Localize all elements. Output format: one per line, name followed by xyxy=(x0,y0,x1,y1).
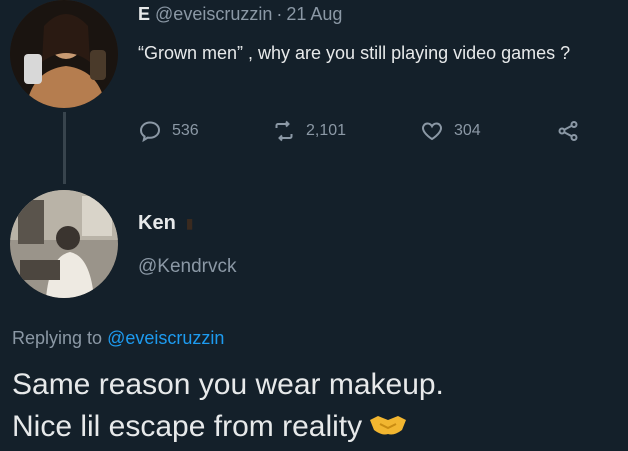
share-button[interactable] xyxy=(556,117,590,145)
author-name[interactable]: Ken xyxy=(138,212,176,235)
reply-button[interactable]: 536 xyxy=(138,117,199,145)
like-button[interactable]: 304 xyxy=(420,117,481,145)
like-count: 304 xyxy=(454,122,481,139)
flame-icon: ▮ xyxy=(185,215,194,231)
author-handle[interactable]: @eveiscruzzin xyxy=(155,4,272,24)
tweet-text-line-with-emoji: Nice lil escape from reality xyxy=(12,406,622,448)
reply-count: 536 xyxy=(172,122,199,139)
avatar[interactable] xyxy=(10,190,118,298)
heart-icon xyxy=(422,122,442,141)
author-name[interactable]: E xyxy=(138,4,150,24)
thread-line xyxy=(63,112,66,184)
replying-to: Replying to @eveiscruzzin xyxy=(12,328,224,349)
retweet-icon xyxy=(275,120,293,142)
tweet-text-line: Same reason you wear makeup. xyxy=(12,368,444,401)
tweet-thread: E @eveiscruzzin · 21 Aug “Grown men” , why… xyxy=(0,0,628,451)
tweet-text: Same reason you wear makeup. Nice lil es… xyxy=(12,364,622,448)
tweet-text-line: Nice lil escape from reality xyxy=(12,410,363,443)
avatar-image xyxy=(10,0,118,108)
avatar[interactable] xyxy=(10,0,118,108)
retweet-count: 2,101 xyxy=(306,122,347,139)
tweet-text: “Grown men” , why are you still playing … xyxy=(138,43,571,63)
tweet-date[interactable]: 21 Aug xyxy=(286,4,342,24)
replying-to-mention[interactable]: @eveiscruzzin xyxy=(107,328,224,348)
tweet-actions: 536 2,101 304 xyxy=(138,117,598,145)
replying-to-label: Replying to xyxy=(12,328,103,348)
retweet-button[interactable]: 2,101 xyxy=(272,117,346,145)
share-icon xyxy=(558,121,578,141)
header-separator: · xyxy=(276,4,283,24)
author-handle[interactable]: @Kendrvck xyxy=(138,256,237,278)
reply-icon xyxy=(139,121,161,143)
tweet-header: E @eveiscruzzin · 21 Aug xyxy=(138,4,342,25)
author-name-row: Ken ▮ xyxy=(138,212,194,235)
handshake-emoji xyxy=(370,416,407,435)
avatar-image xyxy=(10,190,118,298)
